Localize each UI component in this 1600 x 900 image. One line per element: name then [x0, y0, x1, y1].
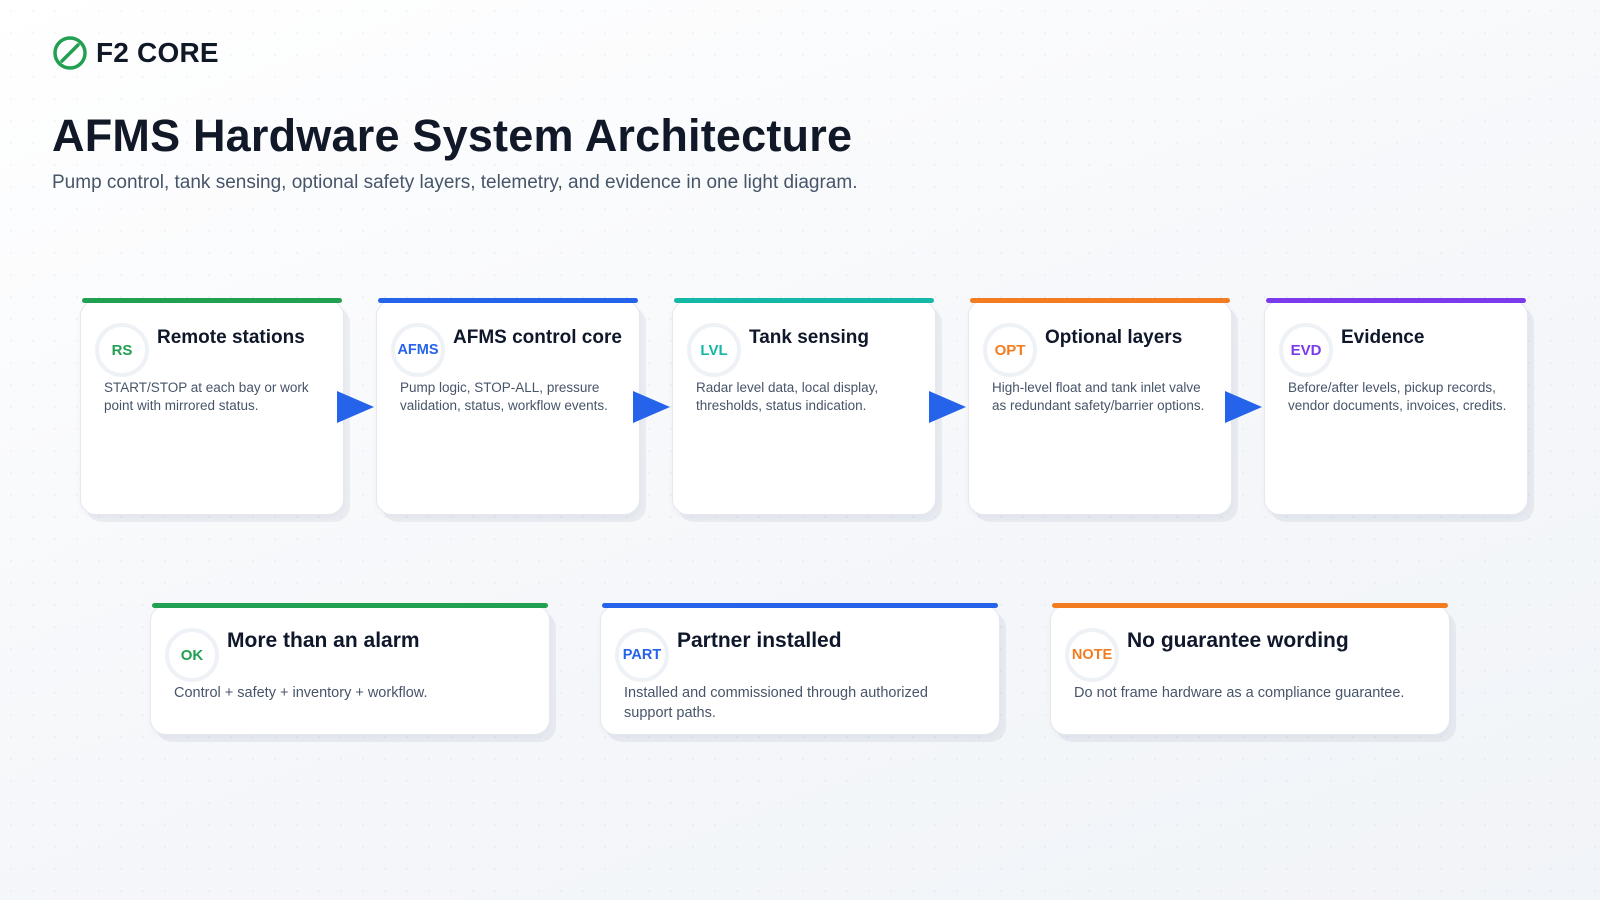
card-accent-bar: [674, 298, 934, 303]
card-badge: OPT: [983, 323, 1037, 377]
card-title: Partner installed: [677, 629, 842, 652]
card-badge: RS: [95, 323, 149, 377]
flow-card-remote-stations: RS Remote stations START/STOP at each ba…: [80, 298, 344, 515]
card-description: Installed and commissioned through autho…: [624, 685, 928, 721]
flow-card-optional-layers: OPT Optional layers High-level float and…: [968, 298, 1232, 515]
card-badge: NOTE: [1065, 628, 1119, 682]
card-title: More than an alarm: [227, 629, 420, 652]
info-card-partner-installed: PART Partner installed Installed and com…: [600, 603, 1000, 735]
flow-card-evidence: EVD Evidence Before/after levels, pickup…: [1264, 298, 1528, 515]
card-accent-bar: [970, 298, 1230, 303]
flow-card-afms-control-core: AFMS AFMS control core Pump logic, STOP-…: [376, 298, 640, 515]
card-description: Do not frame hardware as a compliance gu…: [1074, 685, 1405, 701]
card-description: Before/after levels, pickup records, ven…: [1288, 380, 1507, 413]
card-badge: PART: [615, 628, 669, 682]
card-badge: LVL: [687, 323, 741, 377]
card-badge: AFMS: [391, 323, 445, 377]
card-accent-bar: [378, 298, 638, 303]
card-badge: EVD: [1279, 323, 1333, 377]
card-title: No guarantee wording: [1127, 629, 1349, 652]
card-title: Remote stations: [157, 327, 305, 348]
flow-arrow: [929, 391, 966, 423]
card-title: AFMS control core: [453, 327, 622, 348]
leaf-logo-icon: [53, 36, 87, 70]
card-description: Pump logic, STOP-ALL, pressure validatio…: [400, 380, 608, 413]
card-badge: OK: [165, 628, 219, 682]
flow-card-tank-sensing: LVL Tank sensing Radar level data, local…: [672, 298, 936, 515]
card-accent-bar: [1266, 298, 1526, 303]
card-description: Radar level data, local display, thresho…: [696, 380, 879, 413]
flow-arrow: [337, 391, 374, 423]
card-description: START/STOP at each bay or work point wit…: [104, 380, 309, 413]
flow-arrow: [633, 391, 670, 423]
card-title: Optional layers: [1045, 327, 1183, 348]
card-description: High-level float and tank inlet valve as…: [992, 380, 1205, 413]
card-description: Control + safety + inventory + workflow.: [174, 685, 428, 701]
card-accent-bar: [602, 603, 998, 608]
info-card-more-than-alarm: OK More than an alarm Control + safety +…: [150, 603, 550, 735]
page-subtitle: Pump control, tank sensing, optional saf…: [52, 172, 858, 193]
card-accent-bar: [1052, 603, 1448, 608]
info-card-no-guarantee-wording: NOTE No guarantee wording Do not frame h…: [1050, 603, 1450, 735]
card-title: Tank sensing: [749, 327, 870, 348]
brand-name: F2 CORE: [96, 37, 219, 68]
brand: F2 CORE: [52, 35, 219, 71]
card-accent-bar: [82, 298, 342, 303]
page-title: AFMS Hardware System Architecture: [52, 110, 853, 161]
card-accent-bar: [152, 603, 548, 608]
card-title: Evidence: [1341, 327, 1425, 348]
flow-arrow: [1225, 391, 1262, 423]
